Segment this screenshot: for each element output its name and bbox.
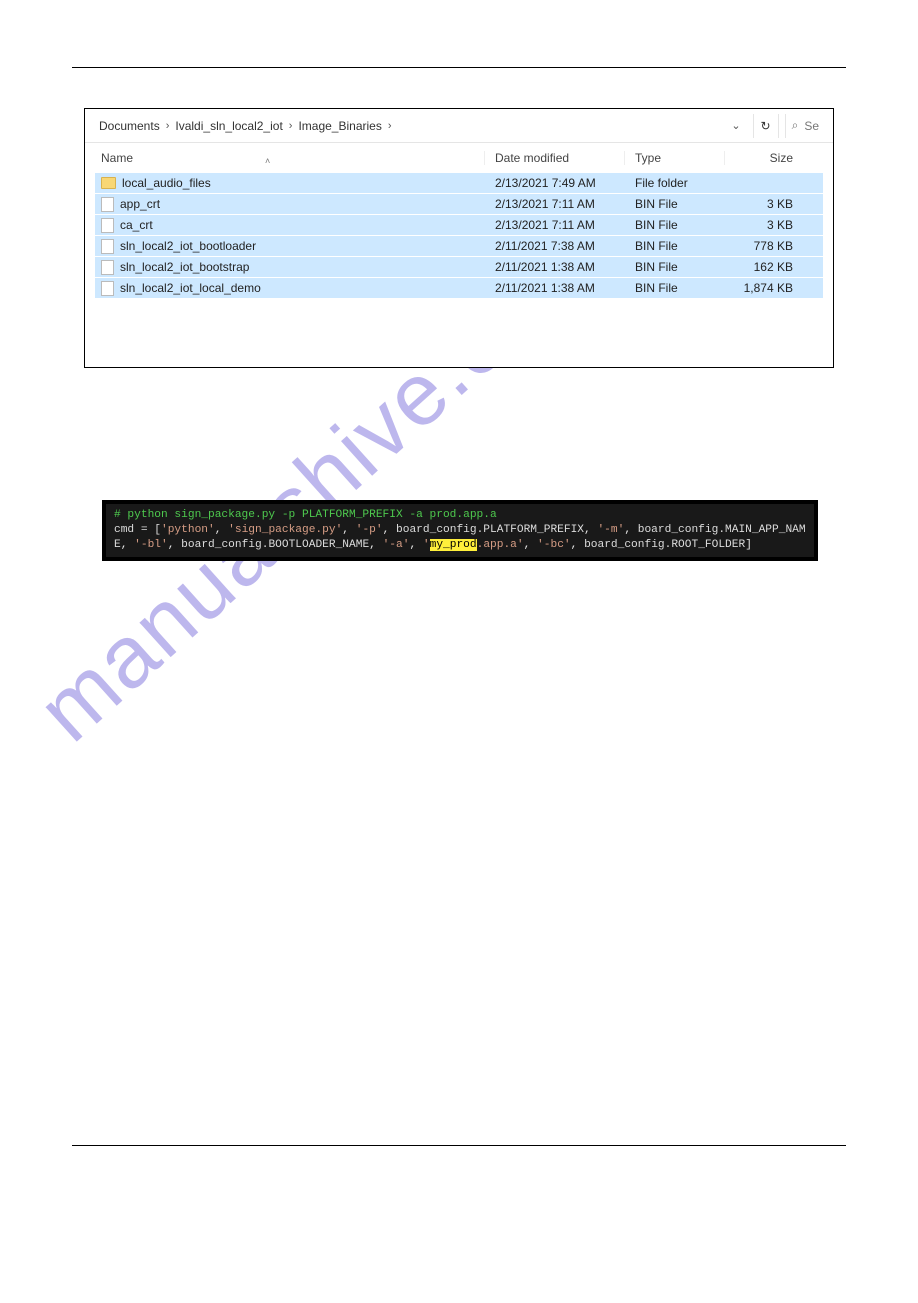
refresh-icon: ↻ [761, 119, 771, 133]
code-token: board_config.ROOT_FOLDER [584, 539, 745, 551]
file-type: BIN File [625, 260, 725, 274]
table-row[interactable]: local_audio_files 2/13/2021 7:49 AMFile f… [95, 173, 823, 194]
file-icon [101, 218, 114, 233]
file-date: 2/13/2021 7:11 AM [485, 197, 625, 211]
search-input[interactable]: ⌕ Se [785, 114, 825, 138]
column-header-type[interactable]: Type [625, 151, 725, 165]
file-size: 778 KB [725, 239, 799, 253]
code-token: 'python' [161, 524, 215, 536]
table-row[interactable]: app_crt 2/13/2021 7:11 AMBIN File3 KB [95, 194, 823, 215]
table-row[interactable]: sln_local2_iot_bootstrap 2/11/2021 1:38 A… [95, 257, 823, 278]
column-header-row: Name ˄ Date modified Type Size [85, 143, 833, 173]
table-row[interactable]: sln_local2_iot_local_demo 2/11/2021 1:38 … [95, 278, 823, 299]
file-size: 162 KB [725, 260, 799, 274]
file-list: local_audio_files 2/13/2021 7:49 AMFile f… [85, 173, 833, 309]
code-token: cmd = [ [114, 524, 161, 536]
column-header-label: Date modified [495, 151, 569, 165]
explorer-toolbar: Documents › Ivaldi_sln_local2_iot › Imag… [85, 109, 833, 143]
file-type: BIN File [625, 281, 725, 295]
file-explorer-window: Documents › Ivaldi_sln_local2_iot › Imag… [84, 108, 834, 368]
search-icon: ⌕ [792, 118, 799, 133]
code-token-highlight: my_prod [430, 539, 477, 551]
file-name: sln_local2_iot_bootstrap [120, 260, 249, 274]
top-rule [72, 67, 846, 68]
column-header-size[interactable]: Size [725, 151, 799, 165]
breadcrumb-item[interactable]: Image_Binaries [298, 119, 381, 133]
file-type: BIN File [625, 218, 725, 232]
sort-indicator-icon: ˄ [265, 156, 270, 166]
breadcrumb-item[interactable]: Ivaldi_sln_local2_iot [175, 119, 282, 133]
file-icon [101, 239, 114, 254]
table-row[interactable]: ca_crt 2/13/2021 7:11 AMBIN File3 KB [95, 215, 823, 236]
file-icon [101, 281, 114, 296]
file-icon [101, 260, 114, 275]
code-token: .app.a' [477, 539, 524, 551]
file-name: app_crt [120, 197, 160, 211]
column-header-label: Type [635, 151, 661, 165]
file-date: 2/11/2021 1:38 AM [485, 260, 625, 274]
column-header-date[interactable]: Date modified [485, 151, 625, 165]
code-token: '-p' [356, 524, 383, 536]
chevron-right-icon: › [388, 120, 392, 132]
file-date: 2/13/2021 7:11 AM [485, 218, 625, 232]
chevron-right-icon: › [289, 120, 293, 132]
code-token: '-bc' [537, 539, 571, 551]
file-type: BIN File [625, 197, 725, 211]
chevron-right-icon: › [166, 120, 170, 132]
column-header-name[interactable]: Name ˄ [95, 151, 485, 165]
code-content: # python sign_package.py -p PLATFORM_PRE… [106, 504, 814, 557]
file-size: 3 KB [725, 218, 799, 232]
file-size: 1,874 KB [725, 281, 799, 295]
file-size: 3 KB [725, 197, 799, 211]
bottom-rule [72, 1145, 846, 1146]
breadcrumb[interactable]: Documents › Ivaldi_sln_local2_iot › Imag… [99, 119, 725, 133]
code-token: '-m' [597, 524, 624, 536]
refresh-button[interactable]: ↻ [753, 114, 779, 138]
file-icon [101, 197, 114, 212]
file-date: 2/11/2021 7:38 AM [485, 239, 625, 253]
file-type: File folder [625, 176, 725, 190]
code-token: '-a' [383, 539, 410, 551]
file-name: local_audio_files [122, 176, 211, 190]
code-token: 'sign_package.py' [228, 524, 342, 536]
file-date: 2/13/2021 7:49 AM [485, 176, 625, 190]
file-name: sln_local2_iot_local_demo [120, 281, 261, 295]
search-placeholder: Se [804, 119, 819, 133]
code-block: # python sign_package.py -p PLATFORM_PRE… [102, 500, 818, 561]
file-name: ca_crt [120, 218, 153, 232]
file-type: BIN File [625, 239, 725, 253]
table-row[interactable]: sln_local2_iot_bootloader 2/11/2021 7:38 … [95, 236, 823, 257]
code-token: board_config.PLATFORM_PREFIX [396, 524, 584, 536]
file-name: sln_local2_iot_bootloader [120, 239, 256, 253]
breadcrumb-item[interactable]: Documents [99, 119, 160, 133]
column-header-label: Size [770, 151, 793, 165]
code-comment: # python sign_package.py -p PLATFORM_PRE… [114, 509, 497, 521]
code-token: '-bl' [134, 539, 168, 551]
chevron-down-icon[interactable]: ⌄ [725, 119, 746, 132]
column-header-label: Name [101, 151, 133, 165]
code-token: board_config.BOOTLOADER_NAME [181, 539, 369, 551]
folder-icon [101, 177, 116, 189]
code-token: ' [423, 539, 430, 551]
file-date: 2/11/2021 1:38 AM [485, 281, 625, 295]
